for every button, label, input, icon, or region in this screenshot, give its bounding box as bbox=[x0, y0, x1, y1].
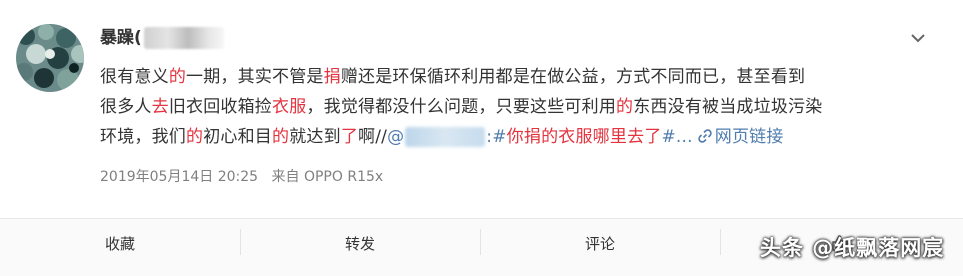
topic-end: #... bbox=[661, 127, 693, 147]
content-line-3: 环境，我们的初心和目的就达到了啊//@:#你捐的衣服哪里去了#... 网页链接 bbox=[100, 122, 940, 152]
highlight-keyword: 去 bbox=[151, 97, 169, 117]
chevron-down-icon-glyph bbox=[911, 34, 925, 43]
text: 啊// bbox=[358, 127, 388, 147]
username-redaction bbox=[143, 27, 224, 49]
text: 初心和目 bbox=[203, 127, 273, 147]
text: 东西没有被当成垃圾污染 bbox=[633, 97, 823, 117]
highlight-keyword: 捐 bbox=[323, 67, 341, 87]
topic-hash: :# bbox=[486, 127, 507, 147]
text: 一期，其实不管是 bbox=[186, 67, 324, 87]
highlight-keyword: 衣服 bbox=[272, 97, 307, 117]
text: 环境，我们 bbox=[100, 127, 186, 147]
user-mention-link[interactable]: @ bbox=[387, 127, 486, 147]
text: 赠还是环保循环利用都是在做公益，方式不同而已，甚至看到 bbox=[340, 67, 806, 87]
highlight-keyword: 的 bbox=[272, 127, 290, 147]
content-line-2: 很多人去旧衣回收箱捡衣服，我觉得都没什么问题，只要这些可利用的东西没有被当成垃圾… bbox=[100, 92, 940, 122]
link-icon bbox=[698, 129, 712, 143]
highlight-keyword: 的 bbox=[168, 67, 187, 87]
highlight-keyword: 了 bbox=[340, 127, 359, 147]
weibo-post: 暴躁( 很有意义的一期，其实不管是捐赠还是环保循环利用都是在做公益，方式不同而已… bbox=[0, 0, 963, 218]
text: 就达到 bbox=[289, 127, 341, 147]
comment-label: 评论 bbox=[584, 234, 615, 253]
text: 很多人 bbox=[100, 97, 152, 117]
web-link-label: 网页链接 bbox=[714, 127, 784, 147]
mention-at: @ bbox=[387, 127, 405, 147]
mention-redaction bbox=[405, 127, 486, 147]
favorite-button[interactable]: 收藏 bbox=[0, 219, 240, 267]
text: ，我觉得都没什么问题，只要这些可利用 bbox=[306, 97, 617, 117]
avatar-image bbox=[16, 24, 84, 92]
post-meta: 2019年05月14日 20:25 来自 OPPO R15x bbox=[100, 166, 392, 186]
content-line-1: 很有意义的一期，其实不管是捐赠还是环保循环利用都是在做公益，方式不同而已，甚至看… bbox=[100, 62, 940, 92]
username-text: 暴躁( bbox=[100, 28, 142, 48]
repost-button[interactable]: 转发 bbox=[240, 219, 480, 267]
text: 旧衣回收箱捡 bbox=[168, 97, 273, 117]
username[interactable]: 暴躁( bbox=[100, 26, 224, 50]
web-link[interactable]: 网页链接 bbox=[693, 127, 784, 147]
watermark: 头条 @纸飘落网宸 bbox=[760, 236, 945, 260]
chevron-down-icon[interactable] bbox=[905, 26, 931, 50]
post-source: 来自 OPPO R15x bbox=[271, 169, 384, 185]
text: 很有意义 bbox=[100, 67, 169, 87]
post-content: 很有意义的一期，其实不管是捐赠还是环保循环利用都是在做公益，方式不同而已，甚至看… bbox=[100, 62, 940, 152]
highlight-keyword: 的 bbox=[616, 97, 634, 117]
avatar[interactable] bbox=[16, 24, 84, 92]
post-timestamp[interactable]: 2019年05月14日 20:25 bbox=[100, 169, 258, 185]
repost-label: 转发 bbox=[344, 234, 375, 253]
favorite-label: 收藏 bbox=[104, 234, 135, 253]
topic-link[interactable]: 你捐的衣服哪里去了 bbox=[507, 127, 662, 147]
highlight-keyword: 的 bbox=[186, 127, 204, 147]
comment-button[interactable]: 评论 bbox=[480, 219, 720, 267]
